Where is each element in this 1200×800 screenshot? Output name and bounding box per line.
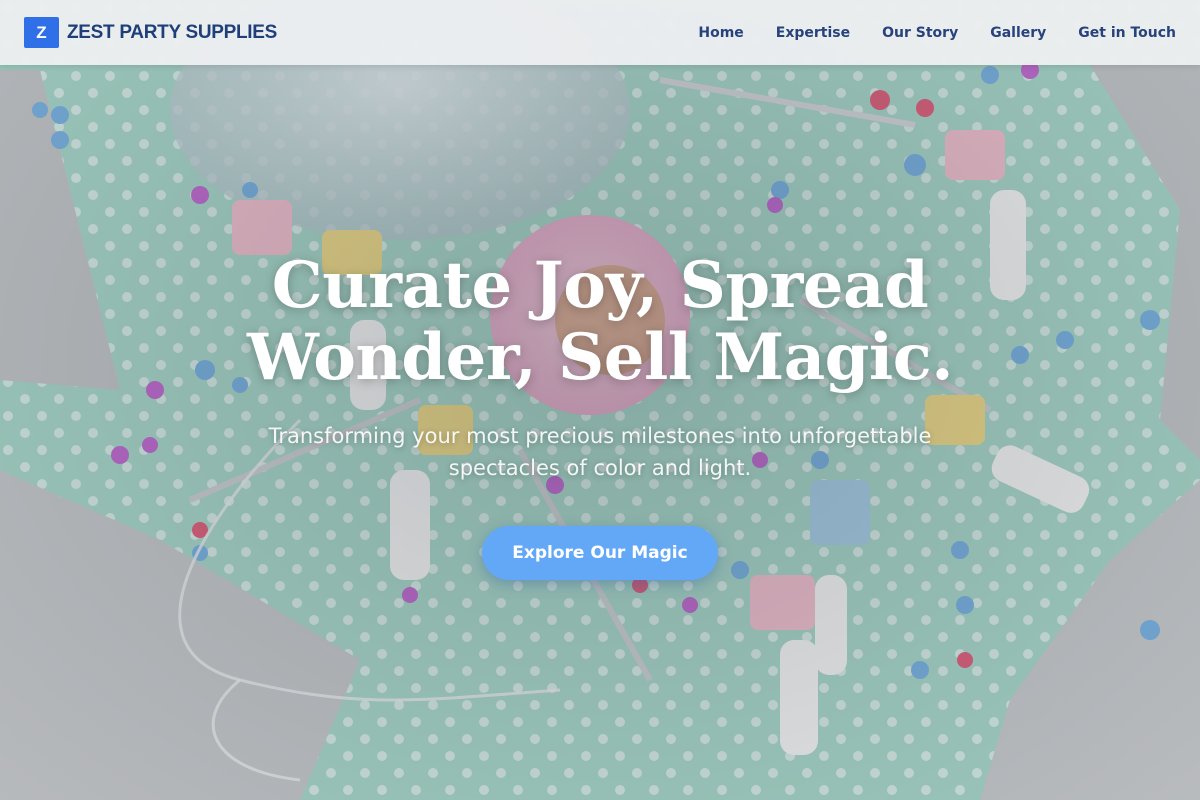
nav-link-gallery[interactable]: Gallery xyxy=(990,25,1046,41)
hero-subtitle: Transforming your most precious mileston… xyxy=(268,424,932,480)
nav-link-our-story[interactable]: Our Story xyxy=(882,25,958,41)
nav-link-expertise[interactable]: Expertise xyxy=(776,25,850,41)
site-header: Z ZEST PARTY SUPPLIES Home Expertise Our… xyxy=(0,0,1200,65)
explore-magic-button[interactable]: Explore Our Magic xyxy=(482,526,718,580)
hero-title: Curate Joy, Spread Wonder, Sell Magic. xyxy=(247,248,953,395)
hero-section: Curate Joy, Spread Wonder, Sell Magic. T… xyxy=(0,250,1200,580)
nav-link-home[interactable]: Home xyxy=(698,25,743,41)
nav-link-get-in-touch[interactable]: Get in Touch xyxy=(1078,25,1176,41)
logo-mark-icon: Z xyxy=(24,17,59,48)
main-nav: Home Expertise Our Story Gallery Get in … xyxy=(666,0,1176,65)
brand-name: ZEST PARTY SUPPLIES xyxy=(67,21,278,43)
brand-logo-link[interactable]: Z ZEST PARTY SUPPLIES xyxy=(24,17,277,48)
